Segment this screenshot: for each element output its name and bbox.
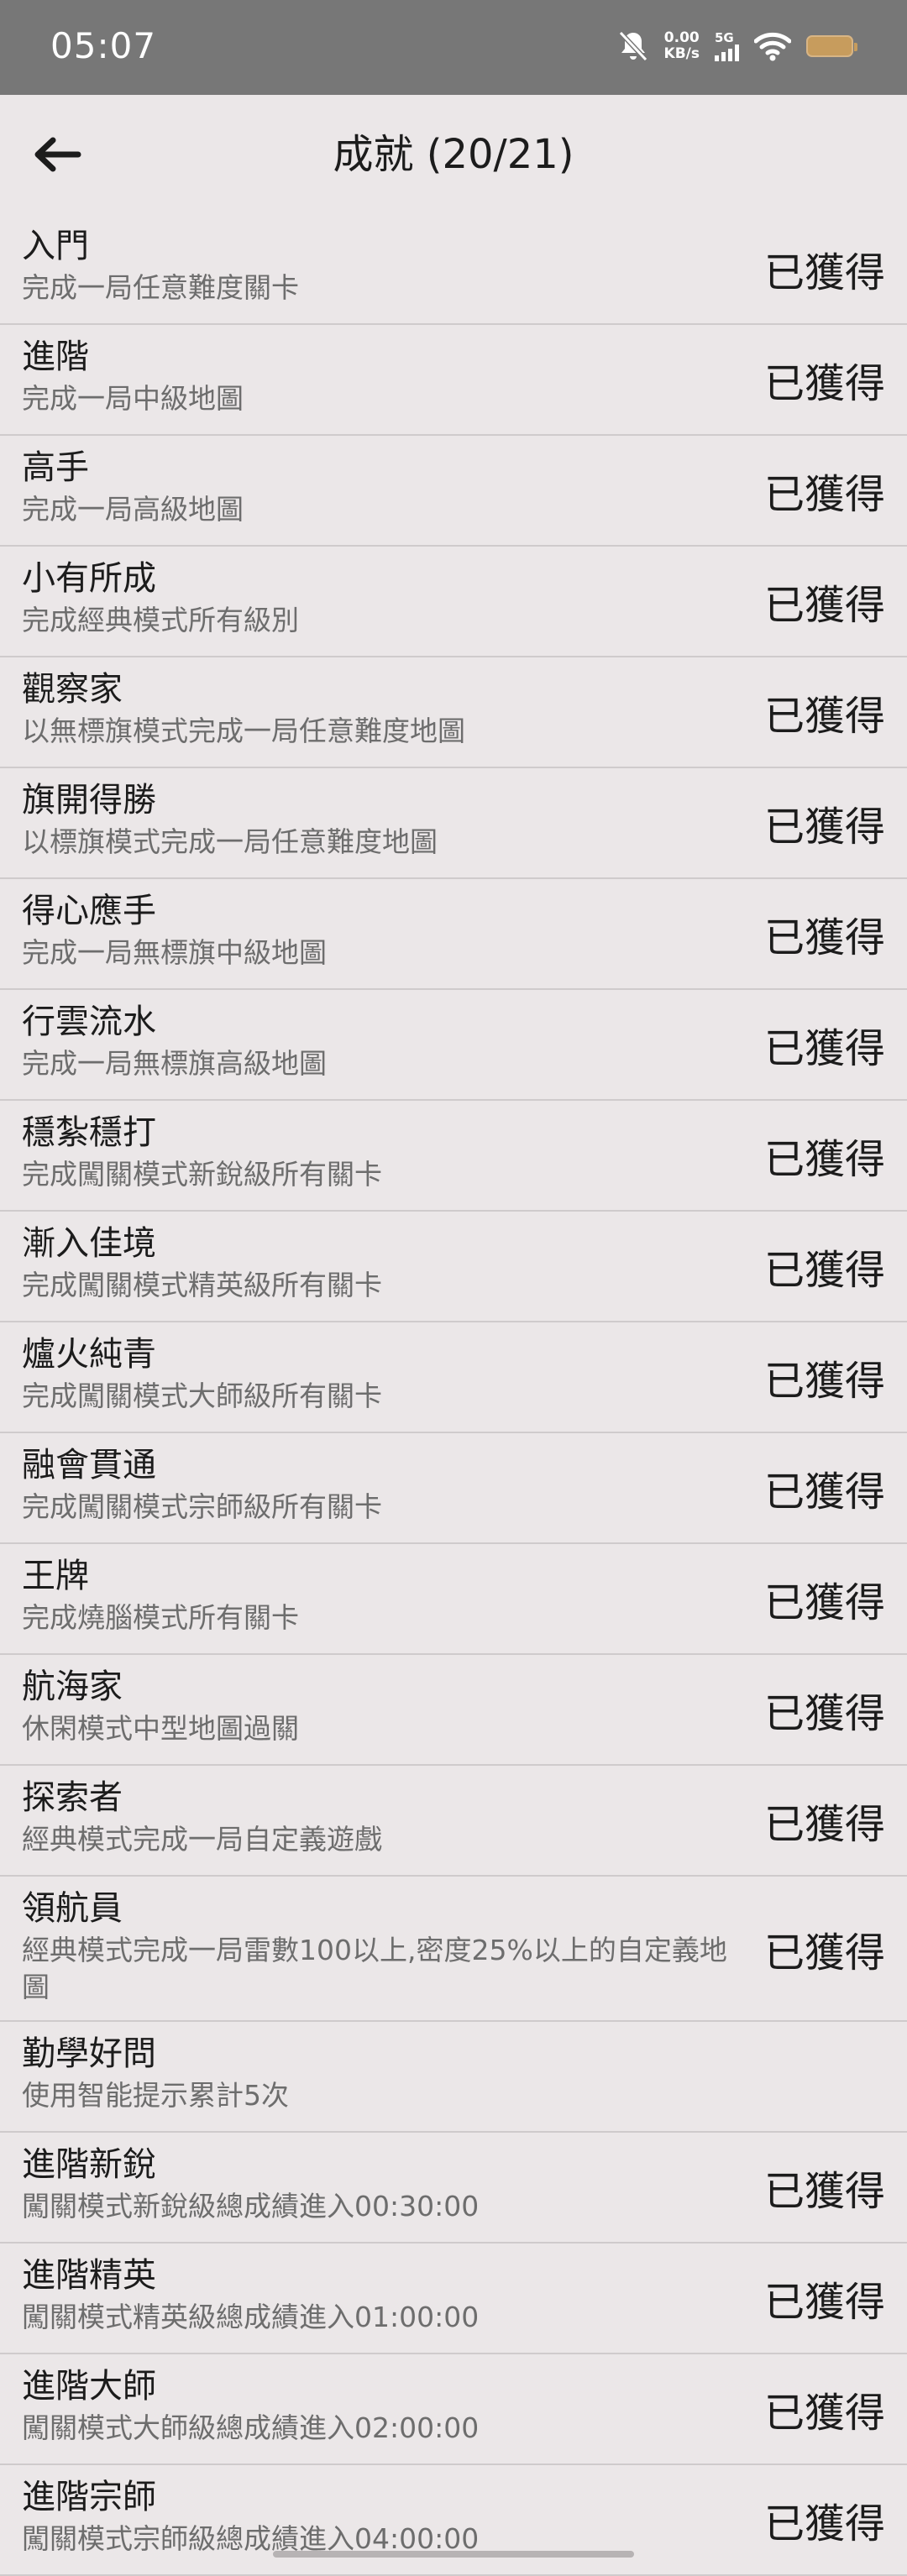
achievement-row-0[interactable]: 入門 完成一局任意難度關卡 已獲得 (0, 214, 907, 325)
achievement-title: 王牌 (22, 1557, 89, 1595)
status-bar: 05:07 0.00 KB/s 5G (0, 0, 907, 95)
achievement-desc: 完成經典模式所有級別 (22, 604, 299, 636)
achievement-status: 已獲得 (763, 1247, 885, 1294)
bell-muted-icon (618, 30, 647, 62)
achievement-row-8[interactable]: 穩紮穩打 完成闖關模式新銳級所有關卡 已獲得 (0, 1101, 907, 1212)
achievement-title: 旗開得勝 (22, 781, 156, 819)
achievement-desc: 使用智能提示累計5次 (22, 2079, 289, 2112)
achievement-row-17[interactable]: 進階新銳 闖關模式新銳級總成績進入00:30:00 已獲得 (0, 2133, 907, 2244)
battery-icon (806, 35, 857, 57)
achievement-desc: 以標旗模式完成一局任意難度地圖 (22, 825, 438, 858)
achievement-title: 融會貫通 (22, 1446, 156, 1484)
achievement-title: 進階宗師 (22, 2478, 156, 2516)
achievement-title: 入門 (22, 227, 89, 265)
achievement-title: 觀察家 (22, 670, 123, 709)
achievement-title: 進階精英 (22, 2256, 156, 2295)
achievement-row-12[interactable]: 王牌 完成燒腦模式所有關卡 已獲得 (0, 1544, 907, 1655)
achievement-status: 已獲得 (763, 804, 885, 851)
achievement-title: 進階新銳 (22, 2145, 156, 2184)
achievement-desc: 闖關模式新銳級總成績進入00:30:00 (22, 2190, 480, 2223)
net-speed: 0.00 KB/s (664, 30, 700, 62)
achievement-title: 穩紮穩打 (22, 1113, 156, 1152)
achievement-desc: 完成闖關模式精英級所有關卡 (22, 1269, 382, 1301)
achievement-row-6[interactable]: 得心應手 完成一局無標旗中級地圖 已獲得 (0, 879, 907, 990)
achievement-list[interactable]: 入門 完成一局任意難度關卡 已獲得 進階 完成一局中級地圖 已獲得 高手 完成一… (0, 214, 907, 2576)
achievement-status: 已獲得 (763, 1358, 885, 1405)
achievement-desc: 完成一局中級地圖 (22, 382, 244, 415)
achievement-status: 已獲得 (763, 1801, 885, 1848)
achievement-title: 領航員 (22, 1889, 123, 1928)
status-icons: 0.00 KB/s 5G (617, 24, 857, 69)
achievement-desc: 完成闖關模式新銳級所有關卡 (22, 1158, 382, 1191)
achievement-row-3[interactable]: 小有所成 完成經典模式所有級別 已獲得 (0, 547, 907, 657)
achievement-desc: 完成闖關模式宗師級所有關卡 (22, 1490, 382, 1523)
achievement-desc: 完成闖關模式大師級所有關卡 (22, 1380, 382, 1412)
signal-bars-icon (715, 45, 739, 61)
wifi-icon (754, 32, 791, 61)
achievement-row-11[interactable]: 融會貫通 完成闖關模式宗師級所有關卡 已獲得 (0, 1433, 907, 1544)
achievement-status: 已獲得 (763, 1579, 885, 1626)
status-time: 05:07 (50, 25, 157, 66)
achievement-status: 已獲得 (763, 360, 885, 407)
achievement-row-5[interactable]: 旗開得勝 以標旗模式完成一局任意難度地圖 已獲得 (0, 768, 907, 879)
app-header: 成就 (20/21) (0, 95, 907, 214)
achievement-row-2[interactable]: 高手 完成一局高級地圖 已獲得 (0, 436, 907, 547)
achievement-status: 已獲得 (763, 1690, 885, 1737)
home-indicator[interactable] (273, 2551, 634, 2558)
achievement-title: 行雲流水 (22, 1003, 156, 1041)
page-title: 成就 (20/21) (333, 131, 574, 178)
achievement-row-18[interactable]: 進階精英 闖關模式精英級總成績進入01:00:00 已獲得 (0, 2244, 907, 2354)
achievement-desc: 完成燒腦模式所有關卡 (22, 1601, 299, 1634)
achievement-row-14[interactable]: 探索者 經典模式完成一局自定義遊戲 已獲得 (0, 1766, 907, 1877)
achievement-row-9[interactable]: 漸入佳境 完成闖關模式精英級所有關卡 已獲得 (0, 1212, 907, 1322)
network-type-label: 5G (715, 30, 734, 45)
achievement-title: 進階 (22, 338, 89, 376)
achievement-row-15[interactable]: 領航員 經典模式完成一局雷數100以上,密度25%以上的自定義地圖 已獲得 (0, 1877, 907, 2022)
achievement-desc: 經典模式完成一局自定義遊戲 (22, 1823, 382, 1856)
achievement-title: 高手 (22, 448, 89, 487)
achievement-title: 進階大師 (22, 2367, 156, 2406)
achievement-status: 已獲得 (763, 2168, 885, 2215)
achievement-status: 已獲得 (763, 1929, 885, 1977)
achievement-status: 已獲得 (763, 2390, 885, 2437)
achievement-status: 已獲得 (763, 582, 885, 629)
achievement-row-10[interactable]: 爐火純青 完成闖關模式大師級所有關卡 已獲得 (0, 1322, 907, 1433)
achievement-desc: 完成一局任意難度關卡 (22, 271, 299, 304)
achievement-desc: 闖關模式精英級總成績進入01:00:00 (22, 2301, 480, 2333)
achievement-status: 已獲得 (763, 1469, 885, 1516)
achievement-desc: 完成一局無標旗中級地圖 (22, 936, 327, 969)
achievement-row-13[interactable]: 航海家 休閑模式中型地圖過關 已獲得 (0, 1655, 907, 1766)
net-speed-unit: KB/s (663, 45, 700, 62)
achievement-status: 已獲得 (763, 1025, 885, 1072)
achievement-row-4[interactable]: 觀察家 以無標旗模式完成一局任意難度地圖 已獲得 (0, 657, 907, 768)
achievement-desc: 完成一局高級地圖 (22, 493, 244, 526)
achievement-desc: 闖關模式大師級總成績進入02:00:00 (22, 2411, 480, 2444)
achievement-desc: 經典模式完成一局雷數100以上,密度25%以上的自定義地圖 (22, 1934, 727, 2003)
achievement-status: 已獲得 (763, 1136, 885, 1183)
achievement-desc: 完成一局無標旗高級地圖 (22, 1047, 327, 1080)
achievement-title: 探索者 (22, 1778, 123, 1817)
achievement-desc: 以無標旗模式完成一局任意難度地圖 (22, 715, 465, 747)
achievement-desc: 休閑模式中型地圖過關 (22, 1712, 299, 1745)
achievement-status: 已獲得 (763, 2500, 885, 2547)
achievement-row-1[interactable]: 進階 完成一局中級地圖 已獲得 (0, 325, 907, 436)
achievement-status: 已獲得 (763, 471, 885, 518)
achievement-title: 爐火純青 (22, 1335, 156, 1374)
achievement-status: 已獲得 (763, 693, 885, 740)
net-speed-value: 0.00 (663, 29, 700, 46)
cellular-signal: 5G (715, 31, 739, 61)
achievement-title: 得心應手 (22, 892, 156, 930)
achievement-title: 小有所成 (22, 559, 156, 598)
achievement-status: 已獲得 (763, 2279, 885, 2326)
achievement-status: 已獲得 (763, 914, 885, 961)
achievement-row-16[interactable]: 勤學好問 使用智能提示累計5次 (0, 2022, 907, 2133)
achievement-title: 漸入佳境 (22, 1224, 156, 1263)
achievement-title: 勤學好問 (22, 2034, 156, 2073)
achievement-row-19[interactable]: 進階大師 闖關模式大師級總成績進入02:00:00 已獲得 (0, 2354, 907, 2465)
achievement-title: 航海家 (22, 1668, 123, 1706)
achievement-row-20[interactable]: 進階宗師 闖關模式宗師級總成績進入04:00:00 已獲得 (0, 2465, 907, 2576)
achievement-row-7[interactable]: 行雲流水 完成一局無標旗高級地圖 已獲得 (0, 990, 907, 1101)
achievement-status: 已獲得 (763, 249, 885, 296)
